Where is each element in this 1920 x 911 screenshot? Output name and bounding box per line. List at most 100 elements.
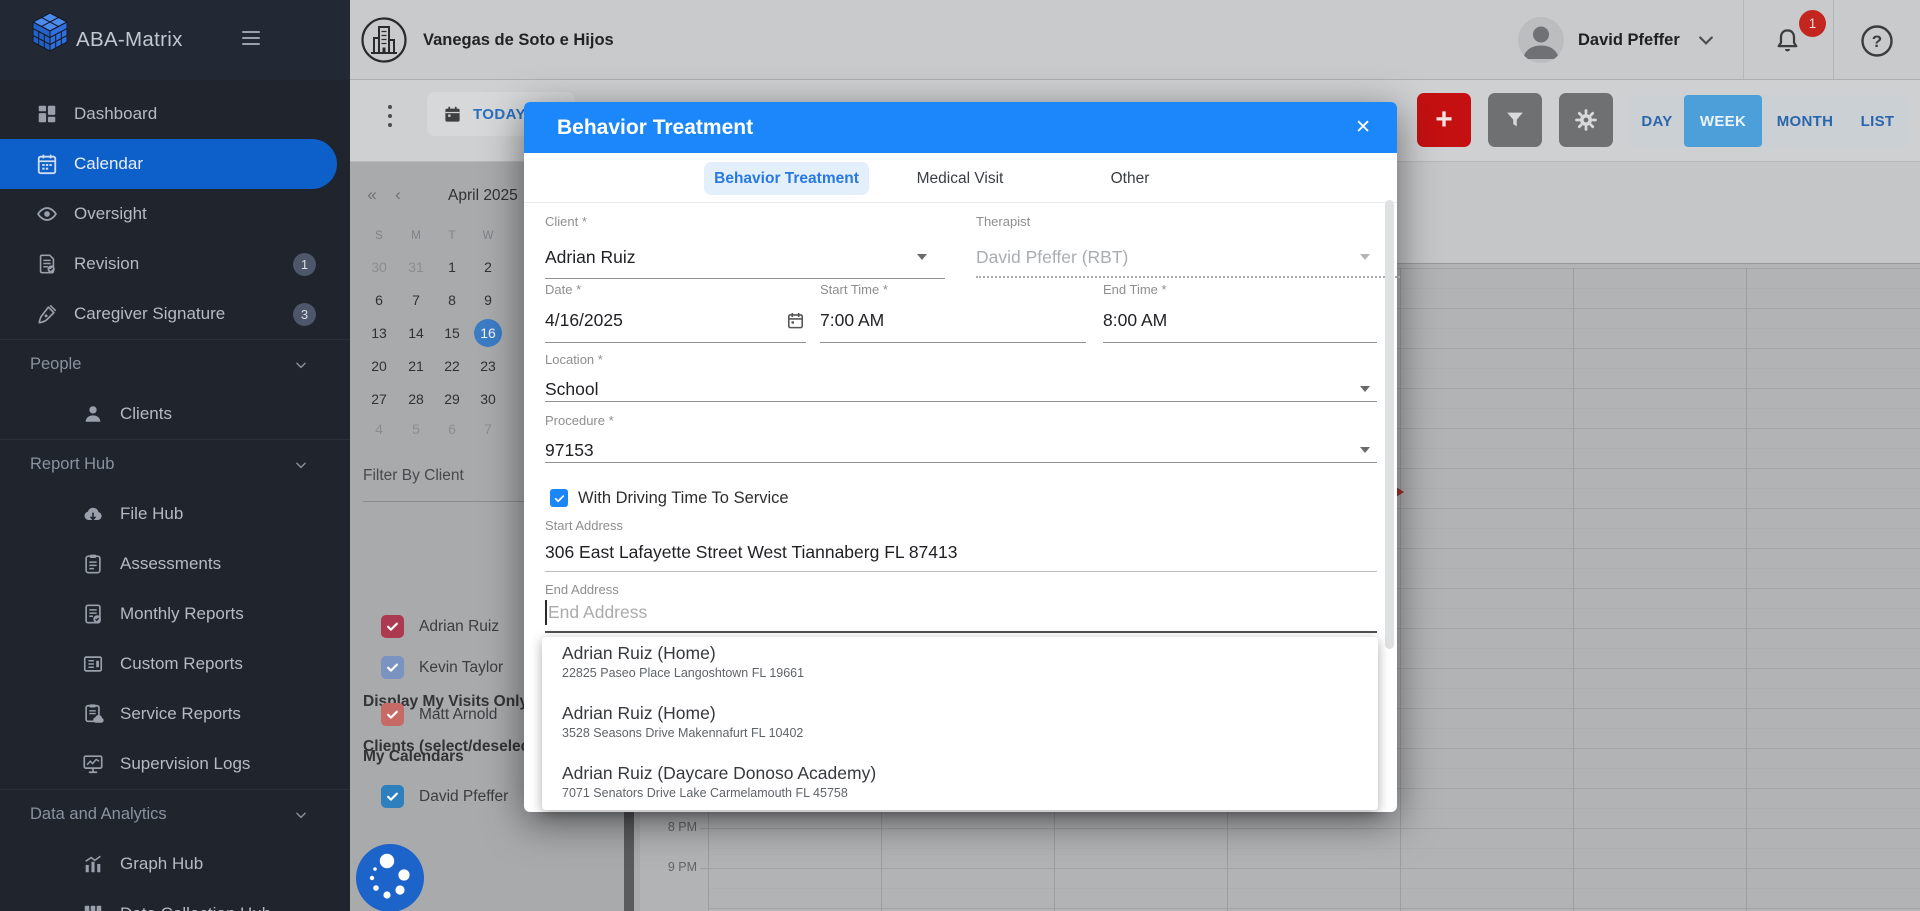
mini-calendar-day[interactable]: 29 [438, 385, 466, 413]
mini-calendar-day[interactable]: 28 [402, 385, 430, 413]
date-picker-icon[interactable] [786, 311, 805, 330]
client-dropdown-arrow-icon[interactable] [917, 254, 927, 260]
mini-calendar-prev-year-icon[interactable]: « [362, 185, 382, 205]
view-button-list[interactable]: LIST [1848, 95, 1907, 147]
sidebar-item-service-reports[interactable]: Service Reports [0, 689, 350, 739]
sidebar-item-data-collection-hub[interactable]: Data Collection Hub [0, 889, 350, 911]
location-underline [545, 401, 1377, 402]
hour-gridline [708, 908, 1920, 909]
sidebar-item-revision[interactable]: Revision 1 [0, 239, 350, 289]
sidebar-item-dashboard[interactable]: Dashboard [0, 89, 350, 139]
sidebar-item-label: File Hub [120, 504, 184, 523]
user-avatar[interactable] [1518, 17, 1564, 63]
mini-calendar-day[interactable]: 2 [474, 253, 502, 281]
mini-calendar-day[interactable]: 15 [438, 319, 466, 347]
date-input[interactable]: 4/16/2025 [545, 310, 623, 331]
sidebar-item-file-hub[interactable]: File Hub [0, 489, 350, 539]
client-filter-row[interactable]: Matt Arnold [381, 703, 497, 726]
suggestion-name: Adrian Ruiz (Home) [562, 643, 716, 663]
client-filter-row[interactable]: Adrian Ruiz [381, 615, 499, 638]
mini-calendar-day[interactable]: 9 [474, 286, 502, 314]
modal-scrollbar[interactable] [1385, 200, 1394, 649]
hamburger-menu-icon[interactable] [242, 31, 260, 47]
checkbox-checked-icon[interactable] [381, 785, 404, 808]
close-icon[interactable]: ✕ [1355, 102, 1371, 153]
mini-calendar-day[interactable]: 5 [402, 415, 430, 443]
checkbox-checked-icon[interactable] [381, 703, 404, 726]
end-address-input[interactable] [545, 596, 1245, 628]
filter-button[interactable] [1488, 93, 1542, 147]
my-calendar-row[interactable]: David Pfeffer [381, 785, 508, 808]
mini-calendar-day[interactable]: 6 [365, 286, 393, 314]
checkbox-checked-icon[interactable] [381, 656, 404, 679]
mini-calendar-day[interactable]: 16 [474, 319, 502, 347]
sidebar-item-oversight[interactable]: Oversight [0, 189, 350, 239]
mini-calendar-day[interactable]: 13 [365, 319, 393, 347]
sidebar-item-calendar[interactable]: Calendar [0, 139, 337, 189]
client-select[interactable]: Adrian Ruiz [545, 247, 635, 268]
end-time-input[interactable]: 8:00 AM [1103, 310, 1167, 331]
tab-medical-visit[interactable]: Medical Visit [870, 162, 1050, 195]
mini-calendar-day[interactable]: 8 [438, 286, 466, 314]
procedure-select[interactable]: 97153 [545, 440, 594, 461]
sidebar-item-supervision-logs[interactable]: Supervision Logs [0, 739, 350, 789]
sidebar-item-assessments[interactable]: Assessments [0, 539, 350, 589]
hour-gridline [708, 868, 1920, 869]
more-options-icon[interactable] [383, 105, 397, 137]
mini-calendar-day[interactable]: 30 [365, 253, 393, 281]
mini-calendar-day[interactable]: 4 [365, 415, 393, 443]
view-button-month[interactable]: MONTH [1762, 95, 1848, 147]
driving-time-checkbox[interactable] [550, 489, 568, 507]
checkbox-checked-icon[interactable] [381, 615, 404, 638]
mini-calendar-day[interactable]: 7 [402, 286, 430, 314]
sidebar-item-clients[interactable]: Clients [0, 389, 350, 439]
tab-other[interactable]: Other [1040, 162, 1220, 195]
sidebar-section-people[interactable]: People [0, 339, 350, 389]
mini-calendar-day[interactable]: 27 [365, 385, 393, 413]
notification-count-badge[interactable]: 1 [1799, 10, 1826, 37]
sidebar-section-report-hub[interactable]: Report Hub [0, 439, 350, 489]
settings-button[interactable] [1559, 93, 1613, 147]
chevron-down-icon[interactable] [1696, 30, 1716, 50]
start-address-input[interactable]: 306 East Lafayette Street West Tiannaber… [545, 542, 958, 563]
sidebar-item-monthly-reports[interactable]: Monthly Reports [0, 589, 350, 639]
brand-cube-icon [30, 11, 70, 55]
tab-divider [524, 202, 1397, 203]
sidebar-item-label: Service Reports [120, 704, 241, 723]
mini-calendar-day[interactable]: 22 [438, 352, 466, 380]
sidebar-item-graph-hub[interactable]: Graph Hub [0, 839, 350, 889]
procedure-dropdown-arrow-icon[interactable] [1360, 447, 1370, 453]
tab-behavior-treatment[interactable]: Behavior Treatment [704, 162, 869, 195]
address-suggestion-item[interactable]: Adrian Ruiz (Daycare Donoso Academy) 7071… [542, 763, 1378, 817]
address-suggestion-item[interactable]: Adrian Ruiz (Home) 22825 Paseo Place Lang… [542, 643, 1378, 697]
mini-calendar-day[interactable]: 31 [402, 253, 430, 281]
start-time-input[interactable]: 7:00 AM [820, 310, 884, 331]
mini-calendar-day[interactable]: 7 [474, 415, 502, 443]
client-filter-row[interactable]: Kevin Taylor [381, 656, 503, 679]
sidebar-item-custom-reports[interactable]: Custom Reports [0, 639, 350, 689]
sidebar-item-label: Calendar [74, 154, 143, 173]
location-dropdown-arrow-icon[interactable] [1360, 386, 1370, 392]
view-button-week[interactable]: WEEK [1684, 95, 1762, 147]
mini-calendar-day[interactable]: 30 [474, 385, 502, 413]
color-palette-fab[interactable] [356, 844, 424, 911]
clipboard-icon [82, 553, 104, 575]
mini-calendar-prev-month-icon[interactable]: ‹ [388, 185, 408, 205]
mini-calendar-day[interactable]: 23 [474, 352, 502, 380]
mini-calendar-day[interactable]: 6 [438, 415, 466, 443]
mini-calendar-day[interactable]: 21 [402, 352, 430, 380]
driving-time-label[interactable]: With Driving Time To Service [578, 489, 789, 507]
add-event-button[interactable]: + [1417, 93, 1471, 147]
user-menu[interactable]: David Pfeffer [1578, 0, 1680, 80]
mini-calendar-day[interactable]: 14 [402, 319, 430, 347]
sidebar-section-data-and-analytics[interactable]: Data and Analytics [0, 789, 350, 839]
mini-calendar-day[interactable]: 1 [438, 253, 466, 281]
view-button-day[interactable]: DAY [1630, 95, 1684, 147]
behavior-treatment-modal: Behavior Treatment ✕ Behavior Treatment … [524, 102, 1400, 812]
address-suggestion-item[interactable]: Adrian Ruiz (Home) 3528 Seasons Drive Mak… [542, 703, 1378, 757]
sidebar-item-caregiver-signature[interactable]: Caregiver Signature 3 [0, 289, 350, 339]
help-icon[interactable]: ? [1860, 24, 1894, 58]
mini-calendar-day[interactable]: 20 [365, 352, 393, 380]
notifications-bell-icon[interactable] [1774, 27, 1801, 54]
location-select[interactable]: School [545, 379, 599, 400]
